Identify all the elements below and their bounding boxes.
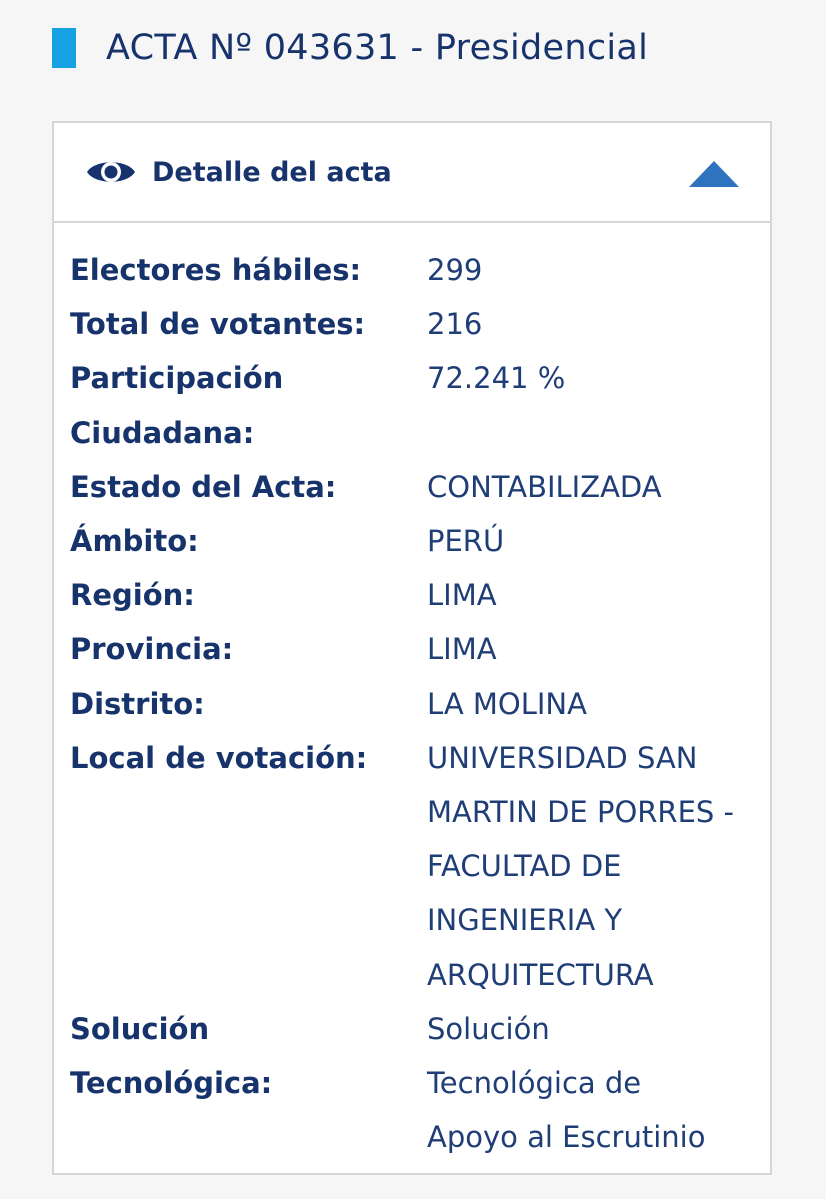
detail-value-line: Solución [427, 1011, 550, 1046]
detail-value-line: MARTIN DE PORRES - [427, 795, 734, 830]
card-header[interactable]: Detalle del acta [54, 123, 770, 223]
detail-row-ambito: Ámbito: PERÚ [70, 514, 760, 568]
detail-label: Distrito: [70, 686, 205, 721]
detail-label: Solución Tecnológica: [70, 1002, 427, 1165]
detail-value: UNIVERSIDAD SAN MARTIN DE PORRES - FACUL… [427, 731, 757, 1002]
collapse-toggle-icon[interactable] [688, 159, 740, 189]
detail-label-line: Tecnológica: [70, 1066, 273, 1101]
detail-row-solucion: Solución Tecnológica: Solución Tecnológi… [70, 1002, 760, 1165]
detail-label: Electores hábiles: [70, 253, 362, 287]
detail-value-line: FACULTAD DE [427, 849, 622, 884]
detail-value-line: INGENIERIA Y [427, 903, 623, 938]
detail-row-electores: Electores hábiles: 299 [70, 243, 760, 297]
detail-row-distrito: Distrito: LA MOLINA [70, 677, 760, 731]
detail-value: LIMA [427, 632, 497, 667]
detail-row-local: Local de votación: UNIVERSIDAD SAN MARTI… [70, 731, 760, 1002]
detail-value: PERÚ [427, 524, 505, 559]
detail-value-line: UNIVERSIDAD SAN [427, 740, 698, 775]
detail-row-region: Región: LIMA [70, 568, 760, 622]
page-header: ACTA Nº 043631 - Presidencial [52, 24, 648, 72]
detail-label-line: Participación [70, 361, 284, 396]
detail-label: Provincia: [70, 632, 234, 667]
detail-value: LIMA [427, 578, 497, 613]
detail-row-participacion: Participación Ciudadana: 72.241 % [70, 351, 760, 459]
detail-value-line: Apoyo al Escrutinio [427, 1120, 706, 1155]
detail-label: Participación Ciudadana: [70, 351, 427, 459]
detail-label: Local de votación: [70, 740, 368, 775]
detail-value: 216 [427, 307, 483, 342]
page-title: ACTA Nº 043631 - Presidencial [106, 28, 649, 68]
detail-value: 72.241 % [427, 361, 566, 396]
detail-label-line: Ciudadana: [70, 415, 255, 450]
detail-value: CONTABILIZADA [427, 469, 662, 504]
detail-value-line: Tecnológica de [427, 1066, 642, 1101]
detail-label: Región: [70, 578, 195, 613]
detail-row-provincia: Provincia: LIMA [70, 622, 760, 676]
detail-label: Total de votantes: [70, 307, 366, 342]
detail-label-line: Solución [70, 1011, 210, 1046]
detail-value: Solución Tecnológica de Apoyo al Escruti… [427, 1002, 757, 1165]
detail-value: 299 [427, 253, 483, 287]
detail-row-votantes: Total de votantes: 216 [70, 297, 760, 351]
card-title: Detalle del acta [152, 156, 392, 188]
detail-label: Estado del Acta: [70, 469, 337, 504]
detail-label: Ámbito: [70, 524, 199, 559]
acta-detail-card: Detalle del acta Electores hábiles: 299 … [52, 121, 772, 1175]
detail-row-estado: Estado del Acta: CONTABILIZADA [70, 460, 760, 514]
accent-bar [52, 28, 76, 68]
details-list: Electores hábiles: 299 Total de votantes… [70, 243, 760, 1164]
detail-value: LA MOLINA [427, 686, 587, 721]
eye-icon [86, 156, 136, 188]
detail-value-line: ARQUITECTURA [427, 957, 654, 992]
